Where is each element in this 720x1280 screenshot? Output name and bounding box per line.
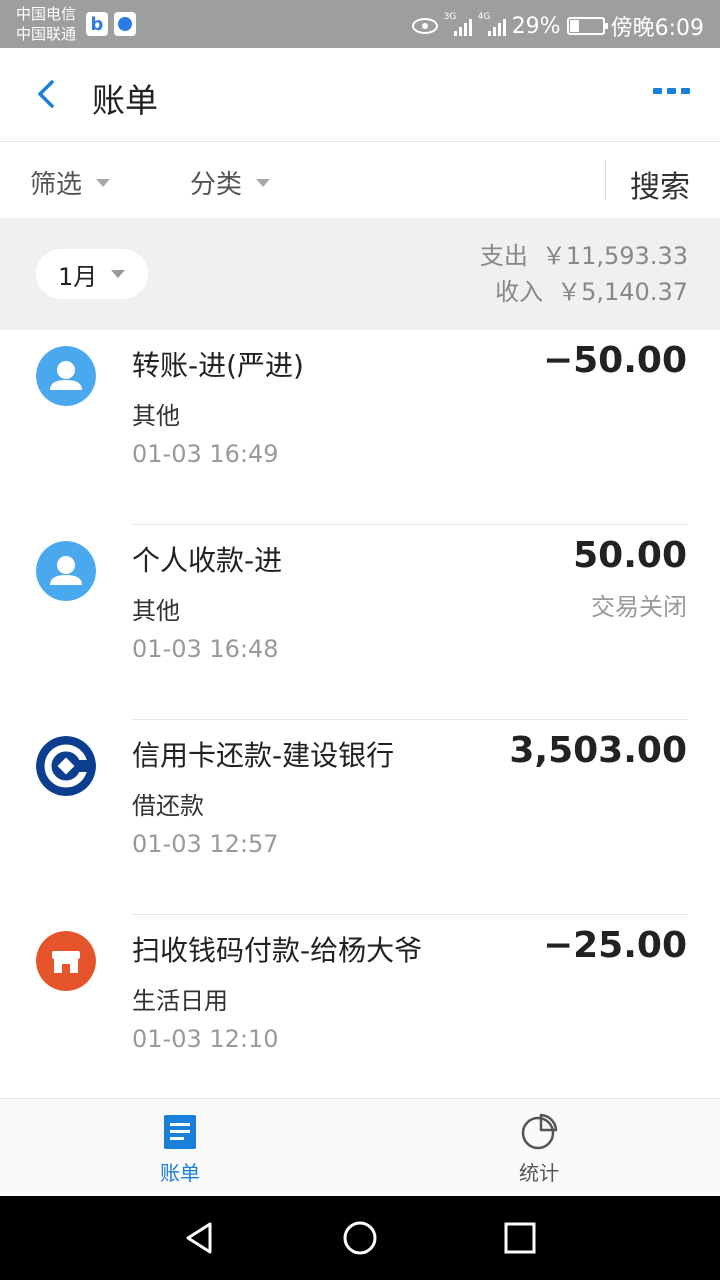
income-value: ￥5,140.37: [557, 278, 688, 306]
transaction-row[interactable]: 信用卡还款-建设银行 借还款 01-03 12:57 3,503.00: [0, 720, 720, 915]
transaction-title: 扫收钱码付款-给杨大爷: [132, 934, 423, 967]
transaction-time: 01-03 16:49: [132, 440, 279, 468]
transaction-title: 信用卡还款-建设银行: [132, 739, 395, 772]
app-notification-icon: [114, 12, 136, 36]
transaction-category: 借还款: [132, 792, 204, 820]
divider: [605, 160, 606, 200]
signal-icon: 3G: [444, 12, 472, 36]
tab-label: 统计: [519, 1161, 559, 1185]
expense-label: 支出: [479, 242, 528, 270]
caret-down-icon: [256, 178, 271, 187]
person-icon: [36, 541, 96, 601]
clock: 傍晚6:09: [610, 16, 704, 41]
app-header: 账单: [0, 48, 720, 142]
transaction-time: 01-03 12:57: [132, 830, 279, 858]
month-label: 1月: [58, 262, 98, 291]
pie-chart-icon: [520, 1113, 558, 1151]
back-triangle-icon[interactable]: [180, 1218, 220, 1258]
filter-label: 筛选: [30, 170, 83, 200]
transaction-category: 其他: [132, 597, 180, 625]
transaction-status: 交易关闭: [591, 593, 687, 621]
tab-label: 账单: [160, 1161, 200, 1185]
recents-square-icon[interactable]: [500, 1218, 540, 1258]
transaction-category: 生活日用: [132, 987, 228, 1015]
ccb-bank-icon: [36, 736, 96, 796]
transaction-time: 01-03 12:10: [132, 1025, 279, 1053]
signal-icon: 4G: [478, 12, 506, 36]
page-title: 账单: [92, 81, 158, 120]
transaction-row[interactable]: 转账-进(严进) 其他 01-03 16:49 −50.00: [0, 330, 720, 525]
notification-icons: b: [86, 12, 136, 36]
category-label: 分类: [190, 170, 243, 200]
income-label: 收入: [495, 278, 544, 306]
tab-statistics[interactable]: 统计: [479, 1113, 599, 1186]
shop-icon: [36, 931, 96, 991]
app-notification-icon: b: [86, 12, 108, 36]
battery-icon: [566, 17, 608, 35]
home-circle-icon[interactable]: [340, 1218, 380, 1258]
transaction-title: 个人收款-进: [132, 544, 283, 577]
category-dropdown[interactable]: 分类: [190, 164, 271, 201]
expense-total: 支出 ￥11,593.33: [480, 238, 688, 274]
transaction-amount: −25.00: [542, 925, 687, 966]
transaction-amount: 3,503.00: [509, 730, 687, 771]
caret-down-icon: [111, 270, 126, 278]
transaction-list: 转账-进(严进) 其他 01-03 16:49 −50.00 个人收款-进 其他…: [0, 330, 720, 1110]
summary-totals: 支出 ￥11,593.33 收入 ￥5,140.37: [480, 238, 688, 310]
filter-bar: 筛选 分类 搜索: [0, 142, 720, 218]
income-total: 收入 ￥5,140.37: [480, 274, 688, 310]
carrier-2: 中国联通: [16, 25, 77, 43]
month-selector[interactable]: 1月: [36, 249, 148, 299]
bottom-tab-bar: 账单 统计: [0, 1098, 720, 1196]
transaction-time: 01-03 16:48: [132, 635, 279, 663]
bill-list-icon: [161, 1113, 199, 1151]
month-summary: 1月 支出 ￥11,593.33 收入 ￥5,140.37: [0, 218, 720, 330]
expense-value: ￥11,593.33: [541, 242, 688, 270]
transaction-amount: 50.00: [573, 535, 687, 576]
more-options-icon[interactable]: [653, 88, 690, 94]
transaction-row[interactable]: 个人收款-进 其他 01-03 16:48 50.00 交易关闭: [0, 525, 720, 720]
tab-bill[interactable]: 账单: [120, 1113, 240, 1186]
eye-comfort-icon: [411, 18, 438, 34]
carrier-1: 中国电信: [16, 5, 77, 23]
filter-dropdown[interactable]: 筛选: [30, 164, 111, 201]
carrier-names: 中国电信 中国联通: [16, 4, 76, 44]
caret-down-icon: [96, 178, 111, 187]
transaction-row[interactable]: 扫收钱码付款-给杨大爷 生活日用 01-03 12:10 −25.00: [0, 915, 720, 1110]
search-button[interactable]: 搜索: [630, 162, 690, 206]
person-icon: [36, 346, 96, 406]
back-arrow-icon[interactable]: [30, 76, 66, 112]
status-bar: 中国电信 中国联通 b 3G 4G 29% 傍晚6:09: [0, 0, 720, 48]
transaction-category: 其他: [132, 402, 180, 430]
battery-percent: 29%: [511, 13, 561, 39]
system-navigation-bar: [0, 1196, 720, 1280]
transaction-amount: −50.00: [542, 340, 687, 381]
status-indicators: 3G 4G 29% 傍晚6:09: [411, 10, 704, 42]
transaction-title: 转账-进(严进): [132, 349, 304, 382]
